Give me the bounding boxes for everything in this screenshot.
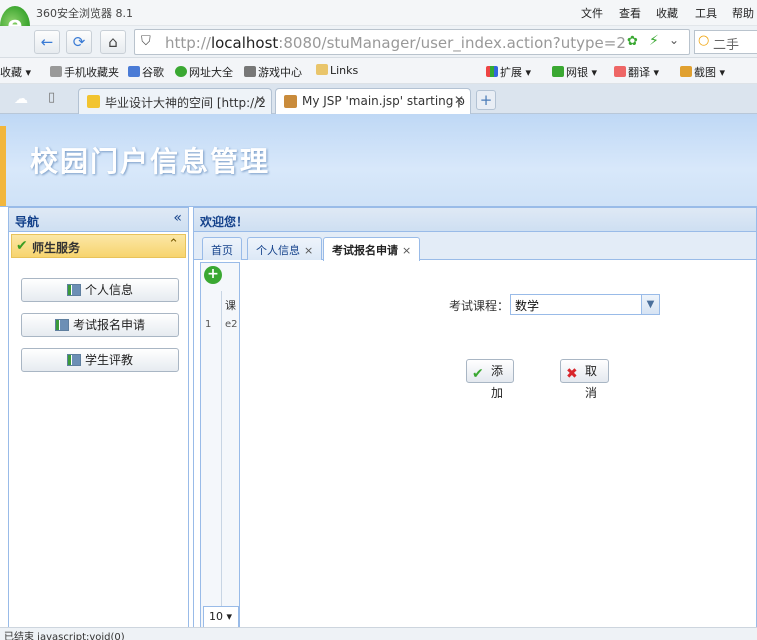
search-icon: ○ bbox=[698, 33, 710, 48]
grid-cell[interactable]: e2 bbox=[225, 319, 238, 330]
menu-file[interactable]: 文件 bbox=[581, 5, 603, 21]
menu-help[interactable]: 帮助 bbox=[732, 5, 754, 21]
main-panel-header: 欢迎您！ bbox=[194, 208, 756, 232]
nav-button-profile[interactable]: 个人信息 bbox=[21, 278, 179, 302]
nav-panel-header: 导航 « bbox=[9, 208, 188, 232]
browser-tabbar: ☁ ▯ 毕业设计大神的空间 [http://2 ✕ My JSP 'main.j… bbox=[0, 84, 757, 114]
menu-favorites[interactable]: 收藏 bbox=[656, 5, 678, 21]
page-size-select[interactable]: 10 ▾ bbox=[203, 606, 239, 628]
new-tab-button[interactable]: + bbox=[476, 90, 496, 110]
bookmarks-bar: 收藏 ▾ 手机收藏夹 谷歌 网址大全 游戏中心 Links 扩展 ▾ 网银 ▾ … bbox=[0, 58, 757, 84]
dropdown-chevron-icon[interactable]: ⌄ bbox=[669, 33, 679, 47]
shield-icon: ⛉ bbox=[141, 34, 151, 49]
bookmark-mobile[interactable]: 手机收藏夹 bbox=[50, 64, 119, 80]
course-label: 考试课程： bbox=[449, 299, 510, 313]
grid-icon bbox=[54, 319, 69, 331]
grid-column-header: 课 bbox=[225, 299, 236, 312]
bookmark-games[interactable]: 游戏中心 bbox=[244, 64, 302, 80]
bookmark-links[interactable]: Links bbox=[316, 64, 358, 77]
close-icon[interactable]: ✕ bbox=[454, 93, 464, 107]
home-icon[interactable]: ⌂ bbox=[100, 30, 126, 54]
browser-title: 360安全浏览器 8.1 bbox=[36, 7, 133, 20]
tab-exam-registration[interactable]: 考试报名申请 × bbox=[323, 237, 421, 261]
star-icon bbox=[87, 95, 100, 108]
tab-home[interactable]: 首页 bbox=[202, 237, 242, 260]
close-icon[interactable]: × bbox=[304, 244, 313, 257]
bookmark-sites[interactable]: 网址大全 bbox=[175, 64, 233, 80]
nav-button-exam-registration[interactable]: 考试报名申请 bbox=[21, 313, 179, 337]
collapse-icon[interactable]: « bbox=[173, 210, 182, 226]
checkmark-icon: ✔ bbox=[472, 366, 484, 382]
screenshot-button[interactable]: 截图 ▾ bbox=[680, 64, 725, 80]
address-bar[interactable]: ⛉ http://localhost:8080/stuManager/user_… bbox=[134, 29, 690, 55]
grid-row-number: 1 bbox=[205, 319, 212, 330]
checkmark-icon: ✔ bbox=[16, 238, 28, 254]
page-title: 校园门户信息管理 bbox=[30, 145, 271, 178]
close-x-icon: ✖ bbox=[566, 366, 578, 382]
course-select-value: 数学 bbox=[515, 299, 540, 313]
nav-button-evaluation[interactable]: 学生评教 bbox=[21, 348, 179, 372]
refresh-icon[interactable]: ⟳ bbox=[66, 30, 92, 54]
accordion-title: 师生服务 bbox=[32, 241, 81, 255]
browser-tab-main[interactable]: My JSP 'main.jsp' starting p ✕ bbox=[275, 88, 471, 114]
add-icon[interactable]: + bbox=[204, 266, 222, 284]
data-grid: + 课 1 e2 10 ▾ bbox=[200, 262, 240, 638]
bookmark-google[interactable]: 谷歌 bbox=[128, 64, 164, 80]
add-button[interactable]: ✔ 添加 bbox=[466, 359, 514, 400]
tab-profile[interactable]: 个人信息 × bbox=[247, 237, 323, 260]
menu-tools[interactable]: 工具 bbox=[695, 5, 717, 21]
close-icon[interactable]: ✕ bbox=[255, 93, 265, 107]
banking-button[interactable]: 网银 ▾ bbox=[552, 64, 597, 80]
grid-icon bbox=[66, 284, 81, 296]
address-text: http://localhost:8080/stuManager/user_in… bbox=[165, 34, 626, 52]
translate-button[interactable]: 翻译 ▾ bbox=[614, 64, 659, 80]
back-arrow-icon[interactable]: ← bbox=[34, 30, 60, 54]
side-edge-strip bbox=[0, 126, 6, 206]
nav-title: 导航 bbox=[15, 215, 40, 229]
page-header: 校园门户信息管理 bbox=[0, 114, 757, 207]
search-input[interactable]: ○ 二手 bbox=[694, 30, 757, 54]
browser-navbar: ← ⟳ ⌂ ⛉ http://localhost:8080/stuManager… bbox=[0, 26, 757, 58]
main-panel: 欢迎您！ 首页 个人信息 × 考试报名申请 × + 课 1 e2 10 ▾ 考试课程… bbox=[193, 207, 757, 640]
lightning-icon[interactable]: ⚡ bbox=[649, 33, 659, 49]
course-select[interactable]: 数学 ▼ bbox=[510, 294, 660, 315]
secure-icon[interactable]: ✿ bbox=[627, 34, 638, 49]
menu-view[interactable]: 查看 bbox=[619, 5, 641, 21]
nav-panel: 导航 « ✔ 师生服务 ⌃ 个人信息 考试报名申请 学生评教 bbox=[8, 207, 189, 640]
grid-divider bbox=[221, 291, 222, 631]
cancel-button[interactable]: ✖ 取消 bbox=[560, 359, 609, 400]
chevron-up-icon[interactable]: ⌃ bbox=[168, 237, 179, 252]
accordion-header-services[interactable]: ✔ 师生服务 ⌃ bbox=[11, 234, 186, 258]
content-tabstrip: 首页 个人信息 × 考试报名申请 × bbox=[194, 232, 756, 261]
close-icon[interactable]: × bbox=[402, 244, 411, 257]
browser-titlebar: 360安全浏览器 8.1 文件 查看 收藏 工具 帮助 bbox=[0, 0, 757, 26]
extensions-button[interactable]: 扩展 ▾ bbox=[486, 64, 531, 80]
cloud-icon[interactable]: ☁ bbox=[14, 91, 28, 107]
browser-tab-space[interactable]: 毕业设计大神的空间 [http://2 ✕ bbox=[78, 88, 272, 114]
grid-icon bbox=[66, 354, 81, 366]
chevron-down-icon[interactable]: ▼ bbox=[641, 295, 659, 314]
status-text: 已结束 javascript:void(0) bbox=[4, 632, 125, 640]
welcome-text: 欢迎您！ bbox=[200, 215, 249, 229]
jsp-page-icon bbox=[284, 95, 297, 108]
bookmark-favorites[interactable]: 收藏 ▾ bbox=[0, 64, 31, 80]
status-bar: 已结束 javascript:void(0) bbox=[0, 627, 757, 640]
page-icon[interactable]: ▯ bbox=[48, 90, 55, 105]
